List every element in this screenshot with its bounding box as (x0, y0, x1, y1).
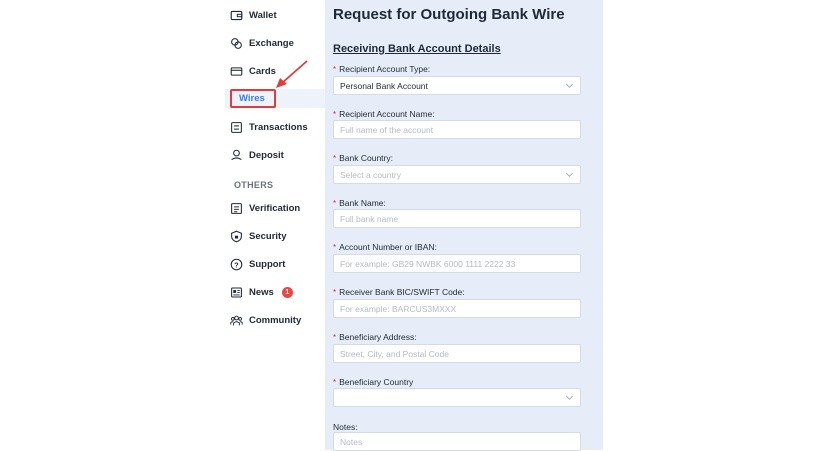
sidebar-item-label: News (249, 286, 274, 298)
field-label: * Beneficiary Address: (333, 332, 417, 342)
community-icon (230, 314, 243, 327)
required-marker: * (333, 288, 337, 297)
swift-code-input[interactable] (340, 303, 574, 314)
select-placeholder: Select a country (340, 169, 401, 180)
recipient-account-name-input[interactable] (340, 124, 574, 135)
shield-icon (230, 230, 243, 243)
sidebar-item-label: Deposit (249, 149, 284, 161)
card-icon (230, 65, 243, 78)
required-marker: * (333, 243, 337, 252)
notes-field[interactable] (333, 432, 581, 451)
news-badge: 1 (281, 286, 293, 298)
recipient-account-type-select[interactable]: Personal Bank Account (333, 76, 581, 95)
transactions-icon (230, 121, 243, 134)
sidebar-item-label: Security (249, 230, 287, 242)
wallet-icon (230, 9, 243, 22)
sidebar-item-label: Exchange (249, 37, 294, 49)
required-marker: * (333, 199, 337, 208)
sidebar-item-label: Verification (249, 202, 301, 214)
required-marker: * (333, 65, 337, 74)
account-number-field[interactable] (333, 254, 581, 273)
sidebar-item-label: Transactions (249, 121, 308, 133)
news-icon (230, 286, 243, 299)
field-label: Notes: (333, 422, 358, 432)
exchange-icon (230, 37, 243, 50)
section-title: Receiving Bank Account Details (333, 43, 501, 55)
chevron-down-icon (566, 172, 573, 177)
field-label: * Bank Name: (333, 198, 386, 208)
bank-country-select[interactable]: Select a country (333, 165, 581, 184)
sidebar-item-label: Community (249, 314, 302, 326)
sidebar-item-label: Support (249, 258, 286, 270)
chevron-down-icon (566, 395, 573, 400)
wire-form-panel: Request for Outgoing Bank Wire Receiving… (325, 0, 603, 451)
notes-input[interactable] (340, 436, 574, 447)
bank-name-input[interactable] (340, 213, 574, 224)
svg-text:?: ? (234, 260, 239, 269)
beneficiary-country-select[interactable] (333, 388, 581, 407)
beneficiary-address-field[interactable] (333, 344, 581, 363)
beneficiary-address-input[interactable] (340, 348, 574, 359)
swift-code-field[interactable] (333, 299, 581, 318)
account-number-input[interactable] (340, 258, 574, 269)
recipient-account-name-field[interactable] (333, 120, 581, 139)
field-label: * Account Number or IBAN: (333, 242, 437, 252)
required-marker: * (333, 378, 337, 387)
select-value: Personal Bank Account (340, 80, 428, 91)
field-label: * Recipient Account Name: (333, 109, 435, 119)
sidebar-item-label: Wallet (249, 9, 277, 21)
field-label: * Recipient Account Type: (333, 64, 431, 74)
field-label: * Beneficiary Country (333, 377, 414, 387)
required-marker: * (333, 110, 337, 119)
chevron-down-icon (566, 83, 573, 88)
sidebar-item-label: Wires (239, 93, 265, 104)
pointer-arrow-icon (276, 60, 308, 88)
field-label: * Receiver Bank BIC/SWIFT Code: (333, 287, 465, 297)
help-icon: ? (230, 258, 243, 271)
page-title: Request for Outgoing Bank Wire (333, 6, 565, 23)
bank-name-field[interactable] (333, 209, 581, 228)
others-heading: OTHERS (234, 180, 274, 190)
verification-icon (230, 202, 243, 215)
field-label: * Bank Country: (333, 153, 393, 163)
required-marker: * (333, 154, 337, 163)
required-marker: * (333, 333, 337, 342)
deposit-icon (230, 149, 243, 162)
